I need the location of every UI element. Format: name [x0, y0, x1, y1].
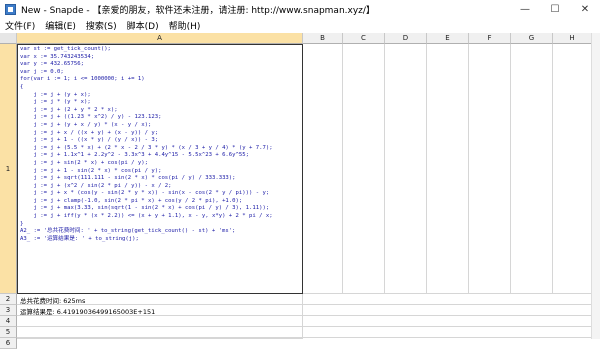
- row-header-2[interactable]: 2: [0, 294, 17, 305]
- row-header-1[interactable]: 1: [0, 44, 17, 294]
- row-header-3[interactable]: 3: [0, 305, 17, 316]
- cell-h1[interactable]: [553, 44, 592, 294]
- maximize-button[interactable]: ☐: [540, 0, 570, 18]
- row-header-5[interactable]: 5: [0, 327, 17, 338]
- close-button[interactable]: ✕: [570, 0, 600, 18]
- column-header-d[interactable]: D: [385, 33, 427, 44]
- vertical-scrollbar[interactable]: [591, 33, 600, 339]
- column-header-c[interactable]: C: [343, 33, 385, 44]
- row-header-6[interactable]: 6: [0, 338, 17, 349]
- menu-help[interactable]: 帮助(H): [164, 19, 206, 32]
- column-header-f[interactable]: F: [469, 33, 511, 44]
- cell-a3-text: 运算结果是: 6.41919036499165003E+151: [20, 308, 156, 316]
- select-all-corner[interactable]: [0, 33, 17, 44]
- column-header-b[interactable]: B: [303, 33, 343, 44]
- minimize-button[interactable]: —: [510, 0, 540, 18]
- menu-file[interactable]: 文件(F): [0, 19, 40, 32]
- spreadsheet-grid: A B C D E F G H 1 2 3 4 5 6 var st := ge…: [0, 33, 600, 349]
- cell-a5[interactable]: [17, 327, 303, 338]
- cell-e1[interactable]: [427, 44, 469, 294]
- column-header-a[interactable]: A: [17, 33, 303, 44]
- column-header-e[interactable]: E: [427, 33, 469, 44]
- cell-g1[interactable]: [511, 44, 553, 294]
- column-header-g[interactable]: G: [511, 33, 553, 44]
- window-title: New - Snapde - 【亲爱的朋友，软件还未注册，请注册: http:/…: [21, 5, 375, 16]
- cell-row3-rest[interactable]: [303, 305, 592, 316]
- cell-c1[interactable]: [343, 44, 385, 294]
- app-icon: [5, 3, 16, 15]
- column-header-h[interactable]: H: [553, 33, 592, 44]
- cell-row2-rest[interactable]: [303, 294, 592, 305]
- menu-search[interactable]: 搜索(S): [81, 19, 122, 32]
- title-bar: New - Snapde - 【亲爱的朋友，软件还未注册，请注册: http:/…: [0, 0, 600, 18]
- menu-script[interactable]: 脚本(D): [122, 19, 164, 32]
- cell-b1[interactable]: [303, 44, 343, 294]
- menu-bar: 文件(F) 编辑(E) 搜索(S) 脚本(D) 帮助(H): [0, 18, 600, 32]
- cell-a4[interactable]: [17, 316, 303, 327]
- menu-edit[interactable]: 编辑(E): [40, 19, 81, 32]
- cell-a1-script: var st := get_tick_count(); var x := 35.…: [20, 46, 273, 242]
- cell-a2-text: 总共花费时间: 625ms: [20, 297, 86, 305]
- cell-f1[interactable]: [469, 44, 511, 294]
- cell-row5-rest[interactable]: [303, 327, 592, 338]
- cell-row4-rest[interactable]: [303, 316, 592, 327]
- row-header-4[interactable]: 4: [0, 316, 17, 327]
- cell-d1[interactable]: [385, 44, 427, 294]
